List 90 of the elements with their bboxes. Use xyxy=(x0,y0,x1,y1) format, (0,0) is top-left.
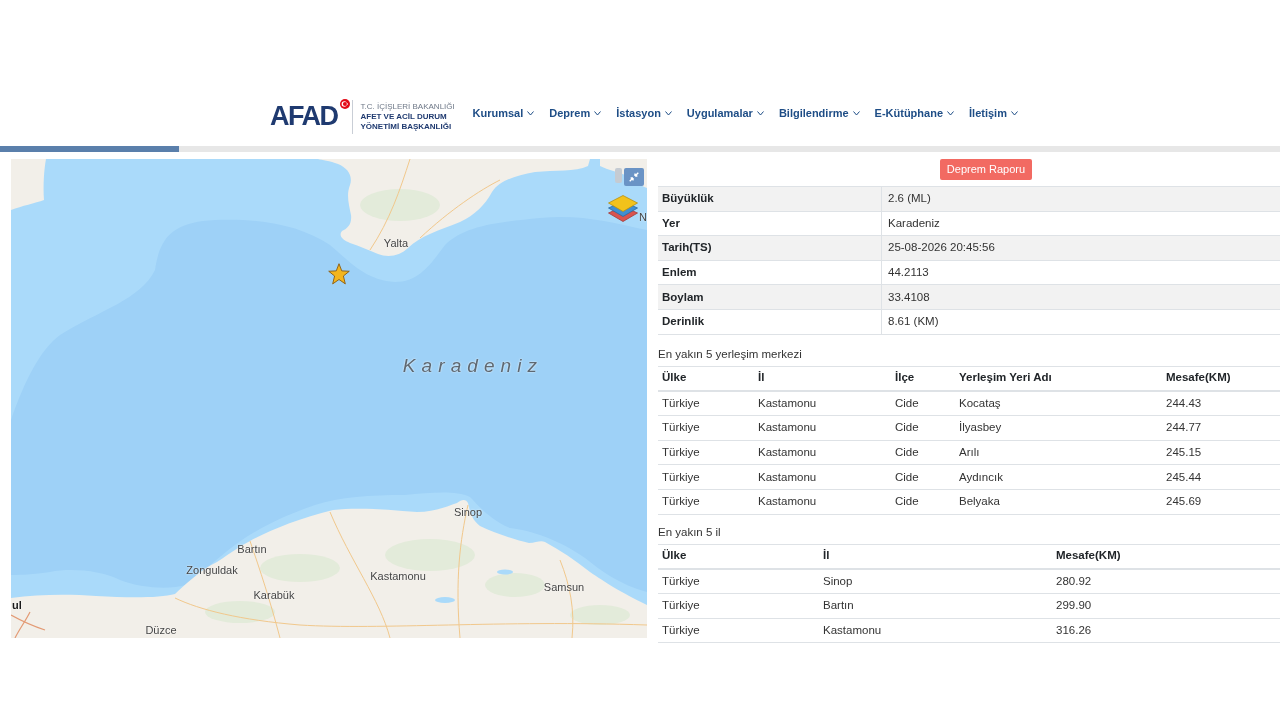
section-title: En yakın 5 il xyxy=(658,524,721,539)
table-cell-text: Türkiye xyxy=(661,622,701,638)
star-marker-icon[interactable] xyxy=(328,263,350,285)
row-header: Yer xyxy=(661,215,681,231)
row-header: Enlem xyxy=(661,264,698,280)
column-header: İlçe xyxy=(894,370,916,386)
logo-wordmark: AFAD xyxy=(270,103,338,130)
agency-name: AFET VE ACİL DURUM xyxy=(360,111,447,122)
column-header: Mesafe(KM) xyxy=(1055,548,1122,564)
table-cell-text: 244.43 xyxy=(1165,395,1203,411)
emblem-icon xyxy=(339,99,350,109)
chevron-down-icon xyxy=(664,110,672,116)
table-cell: 44.2113 xyxy=(881,260,1280,285)
collapse-arrows-icon xyxy=(629,172,639,182)
column-header: Yerleşim Yeri Adı xyxy=(958,370,1053,386)
city-label: Zonguldak xyxy=(186,563,238,577)
table-cell-text: Türkiye xyxy=(661,444,701,460)
nav-link[interactable]: E-Kütüphane xyxy=(874,106,955,120)
table-cell-text: Kastamonu xyxy=(822,622,883,638)
city-label: N xyxy=(639,211,647,224)
table-cell: 2.6 (ML) xyxy=(881,187,1280,211)
table-cell-text: Belyaka xyxy=(958,494,1001,510)
table-cell-text: Kastamonu xyxy=(757,444,818,460)
table-cell-text: Bartın xyxy=(822,598,855,614)
table-cell-text: Kastamonu xyxy=(757,469,818,485)
table-cell-text: Kastamonu xyxy=(757,494,818,510)
table-cell-text: Kastamonu xyxy=(757,420,818,436)
table-cell-text: Cide xyxy=(894,444,920,460)
column-header: İl xyxy=(757,370,766,386)
table-cell-text: Aydıncık xyxy=(958,469,1004,485)
row-header: Derinlik xyxy=(661,314,706,330)
table-cell-text: 299.90 xyxy=(1055,598,1093,614)
column-header: İl xyxy=(822,548,831,564)
table-cell: 33.4108 xyxy=(881,285,1280,309)
table-cell: Karadeniz xyxy=(881,211,1280,236)
table-cell-text: Türkiye xyxy=(661,598,701,614)
fullscreen-button[interactable] xyxy=(624,168,644,186)
chevron-down-icon xyxy=(594,110,602,116)
row-header: Tarih(TS) xyxy=(658,236,881,260)
ministry-name: T.C. İÇİŞLERİ BAKANLIĞI xyxy=(360,101,455,112)
table-cell-text: 316.26 xyxy=(1055,622,1093,638)
nav-link[interactable]: İstasyon xyxy=(616,106,672,120)
table-cell-text: Türkiye xyxy=(661,420,701,436)
city-label: Karabük xyxy=(253,588,295,602)
sea-label: Karadeniz xyxy=(402,355,544,377)
table-cell-text: Türkiye xyxy=(661,573,701,589)
table-cell: 25-08-2026 20:45:56 xyxy=(881,236,1280,260)
column-header: Mesafe(KM) xyxy=(1165,370,1232,386)
table-cell-text: Kocataş xyxy=(958,395,1002,411)
table-cell-text: Cide xyxy=(894,469,920,485)
layers-icon[interactable] xyxy=(608,195,638,222)
city-label: Bartın xyxy=(237,542,267,556)
chevron-down-icon xyxy=(527,110,535,116)
city-label: ul xyxy=(12,599,22,612)
city-label: Samsun xyxy=(543,580,585,594)
city-label: Yalta xyxy=(383,236,409,250)
section-title: En yakın 5 yerleşim merkezi xyxy=(658,346,802,361)
table-cell-text: 245.69 xyxy=(1165,494,1203,510)
chevron-down-icon xyxy=(852,110,860,116)
table-cell-text: 245.44 xyxy=(1165,469,1203,485)
nav-link[interactable]: İletişim xyxy=(969,106,1018,120)
table-cell-text: 245.15 xyxy=(1165,444,1203,460)
column-header: Ülke xyxy=(661,548,688,564)
row-header: Boylam xyxy=(658,285,881,309)
nav-link[interactable]: Uygulamalar xyxy=(686,106,764,120)
table-cell: 8.61 (KM) xyxy=(881,309,1280,334)
table-cell-text: Cide xyxy=(894,420,920,436)
column-header: Ülke xyxy=(661,370,688,386)
table-cell-text: Cide xyxy=(894,494,920,510)
table-cell-text: 280.92 xyxy=(1055,573,1093,589)
nav-link[interactable]: Deprem xyxy=(549,106,602,120)
city-label: Sinop xyxy=(453,505,483,519)
chevron-down-icon xyxy=(947,110,955,116)
table-cell-text: Kastamonu xyxy=(757,395,818,411)
table-cell-text: Sinop xyxy=(822,573,854,589)
row-header: Büyüklük xyxy=(658,187,881,211)
table-cell-text: İlyasbey xyxy=(958,420,1003,436)
table-cell-text: Türkiye xyxy=(661,494,701,510)
table-cell-text: Arılı xyxy=(958,444,981,460)
table-cell-text: Türkiye xyxy=(661,395,701,411)
table-cell-text: 244.77 xyxy=(1165,420,1203,436)
city-label: Kastamonu xyxy=(370,569,426,583)
nav-link[interactable]: Kurumsal xyxy=(472,106,535,120)
table-cell-text: Türkiye xyxy=(661,469,701,485)
agency-name: YÖNETİMİ BAŞKANLIĞI xyxy=(360,121,452,132)
nav-link[interactable]: Bilgilendirme xyxy=(778,106,860,120)
chevron-down-icon xyxy=(1010,110,1018,116)
chevron-down-icon xyxy=(756,110,764,116)
table-cell-text: Cide xyxy=(894,395,920,411)
city-label: Düzce xyxy=(145,623,177,637)
